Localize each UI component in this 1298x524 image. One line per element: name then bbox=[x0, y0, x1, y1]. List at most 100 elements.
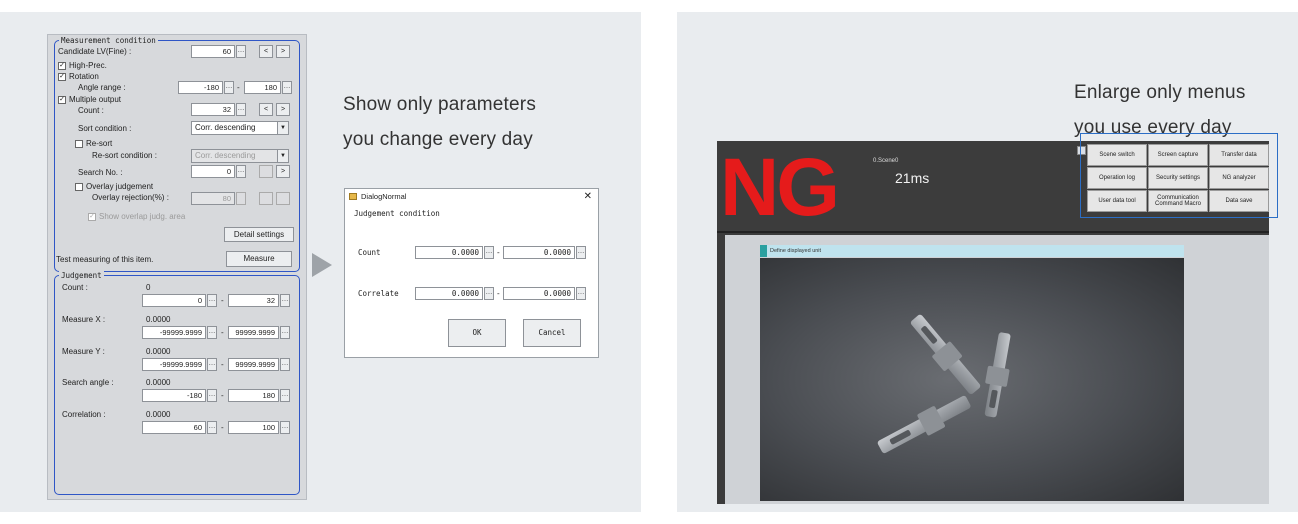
search-no-prev-button[interactable] bbox=[259, 165, 273, 178]
multiple-output-label: Multiple output bbox=[69, 95, 122, 104]
judg-angle-min-browse[interactable]: … bbox=[207, 389, 217, 402]
judg-corr-value: 0.0000 bbox=[146, 410, 171, 419]
judg-angle-min-input[interactable]: -180 bbox=[142, 389, 206, 402]
judg-corr-min-input[interactable]: 60 bbox=[142, 421, 206, 434]
right-caption-line1: Enlarge only menus bbox=[1074, 82, 1246, 103]
judg-my-value: 0.0000 bbox=[146, 347, 171, 356]
candidate-label: Candidate LV(Fine) : bbox=[58, 47, 132, 56]
judg-count-max-input[interactable]: 32 bbox=[228, 294, 279, 307]
close-icon[interactable]: ✕ bbox=[584, 189, 592, 204]
chevron-down-icon: ▼ bbox=[277, 150, 288, 162]
sort-condition-value: Corr. descending bbox=[195, 123, 256, 132]
range-dash: - bbox=[221, 423, 224, 432]
judg-corr-max-browse[interactable]: … bbox=[280, 421, 290, 434]
judg-my-max-input[interactable]: 99999.9999 bbox=[228, 358, 279, 371]
part-2 bbox=[984, 332, 1011, 418]
dialog-cancel-button[interactable]: Cancel bbox=[523, 319, 581, 347]
sort-condition-label: Sort condition : bbox=[78, 124, 132, 133]
judg-mx-max-input[interactable]: 99999.9999 bbox=[228, 326, 279, 339]
checkmark-icon: ✓ bbox=[58, 72, 66, 81]
overlay-browse-button[interactable] bbox=[236, 192, 246, 205]
angle-max-browse-button[interactable]: … bbox=[282, 81, 292, 94]
count-label: Count : bbox=[78, 106, 104, 115]
angle-max-input[interactable]: 180 bbox=[244, 81, 281, 94]
dialog-count-label: Count bbox=[358, 248, 381, 257]
measure-button[interactable]: Measure bbox=[226, 251, 292, 267]
part-1 bbox=[910, 314, 981, 395]
high-prec-label: High-Prec. bbox=[69, 61, 107, 70]
rotation-label: Rotation bbox=[69, 72, 99, 81]
count-browse-button[interactable]: … bbox=[236, 103, 246, 116]
search-no-browse-button[interactable]: … bbox=[236, 165, 246, 178]
dialog-count-max-input[interactable]: 0.0000 bbox=[503, 246, 575, 259]
judg-angle-max-input[interactable]: 180 bbox=[228, 389, 279, 402]
dialog-count-min-input[interactable]: 0.0000 bbox=[415, 246, 483, 259]
count-next-button[interactable]: > bbox=[276, 103, 290, 116]
candidate-input[interactable]: 60 bbox=[191, 45, 235, 58]
count-input[interactable]: 32 bbox=[191, 103, 235, 116]
judg-mx-min-browse[interactable]: … bbox=[207, 326, 217, 339]
dialog-count-max-browse[interactable]: … bbox=[576, 246, 586, 259]
range-dash: - bbox=[221, 296, 224, 305]
checkmark-icon: ✓ bbox=[58, 61, 66, 70]
judg-count-min-browse[interactable]: … bbox=[207, 294, 217, 307]
count-prev-button[interactable]: < bbox=[259, 103, 273, 116]
overlay-rejection-input[interactable]: 80 bbox=[191, 192, 235, 205]
judg-count-label: Count : bbox=[62, 283, 88, 292]
process-time: 21ms bbox=[895, 170, 930, 186]
measurement-group-title: Measurement condition bbox=[59, 36, 158, 45]
dialog-corr-max-browse[interactable]: … bbox=[576, 287, 586, 300]
judg-mx-min-input[interactable]: -99999.9999 bbox=[142, 326, 206, 339]
dialog-ok-button[interactable]: OK bbox=[448, 319, 506, 347]
settings-window: Measurement condition Candidate LV(Fine)… bbox=[47, 34, 307, 500]
range-dash: - bbox=[221, 360, 224, 369]
judg-corr-max-input[interactable]: 100 bbox=[228, 421, 279, 434]
judgement-group-title: Judgement bbox=[59, 271, 104, 280]
search-no-label: Search No. : bbox=[78, 168, 123, 177]
overlay-judgement-label: Overlay judgement bbox=[86, 182, 154, 191]
arrow-right-icon bbox=[312, 253, 332, 277]
judg-count-max-browse[interactable]: … bbox=[280, 294, 290, 307]
candidate-browse-button[interactable]: … bbox=[236, 45, 246, 58]
judg-my-min-input[interactable]: -99999.9999 bbox=[142, 358, 206, 371]
detail-settings-button[interactable]: Detail settings bbox=[224, 227, 294, 242]
angle-min-browse-button[interactable]: … bbox=[224, 81, 234, 94]
judg-mx-value: 0.0000 bbox=[146, 315, 171, 324]
scene-label: 0.Scene0 bbox=[873, 158, 899, 164]
judg-mx-label: Measure X : bbox=[62, 315, 106, 324]
search-no-input[interactable]: 0 bbox=[191, 165, 235, 178]
left-caption-line1: Show only parameters bbox=[343, 94, 537, 115]
range-dash: - bbox=[497, 289, 500, 298]
overlay-prev-button[interactable] bbox=[259, 192, 273, 205]
dialog-corr-min-input[interactable]: 0.0000 bbox=[415, 287, 483, 300]
dialog-corr-min-browse[interactable]: … bbox=[484, 287, 494, 300]
show-overlap-checkbox[interactable]: ✓ Show overlap judg. area bbox=[88, 210, 185, 223]
dialog-count-min-browse[interactable]: … bbox=[484, 246, 494, 259]
candidate-prev-button[interactable]: < bbox=[259, 45, 273, 58]
judg-corr-label: Correlation : bbox=[62, 410, 106, 419]
judg-my-label: Measure Y : bbox=[62, 347, 105, 356]
dialog-corr-label: Correlate bbox=[358, 289, 399, 298]
metal-parts-image bbox=[877, 314, 1011, 454]
menu-highlight-box bbox=[1080, 133, 1278, 218]
search-no-next-button[interactable]: > bbox=[276, 165, 290, 178]
judgement-result: NG bbox=[720, 142, 840, 233]
judg-my-min-browse[interactable]: … bbox=[207, 358, 217, 371]
judg-corr-min-browse[interactable]: … bbox=[207, 421, 217, 434]
candidate-next-button[interactable]: > bbox=[276, 45, 290, 58]
judg-angle-max-browse[interactable]: … bbox=[280, 389, 290, 402]
resort-condition-select[interactable]: Corr. descending ▼ bbox=[191, 149, 289, 163]
judg-my-max-browse[interactable]: … bbox=[280, 358, 290, 371]
judg-mx-max-browse[interactable]: … bbox=[280, 326, 290, 339]
judg-count-min-input[interactable]: 0 bbox=[142, 294, 206, 307]
show-overlap-label: Show overlap judg. area bbox=[99, 212, 186, 221]
dialog-corr-max-input[interactable]: 0.0000 bbox=[503, 287, 575, 300]
overlay-next-button[interactable] bbox=[276, 192, 290, 205]
judg-angle-label: Search angle : bbox=[62, 378, 114, 387]
displayed-unit-bar[interactable]: Define displayed unit bbox=[760, 245, 1184, 257]
part-3 bbox=[877, 395, 971, 454]
angle-min-input[interactable]: -180 bbox=[178, 81, 223, 94]
camera-image bbox=[760, 258, 1184, 501]
left-caption-line2: you change every day bbox=[343, 129, 533, 150]
sort-condition-select[interactable]: Corr. descending ▼ bbox=[191, 121, 289, 135]
